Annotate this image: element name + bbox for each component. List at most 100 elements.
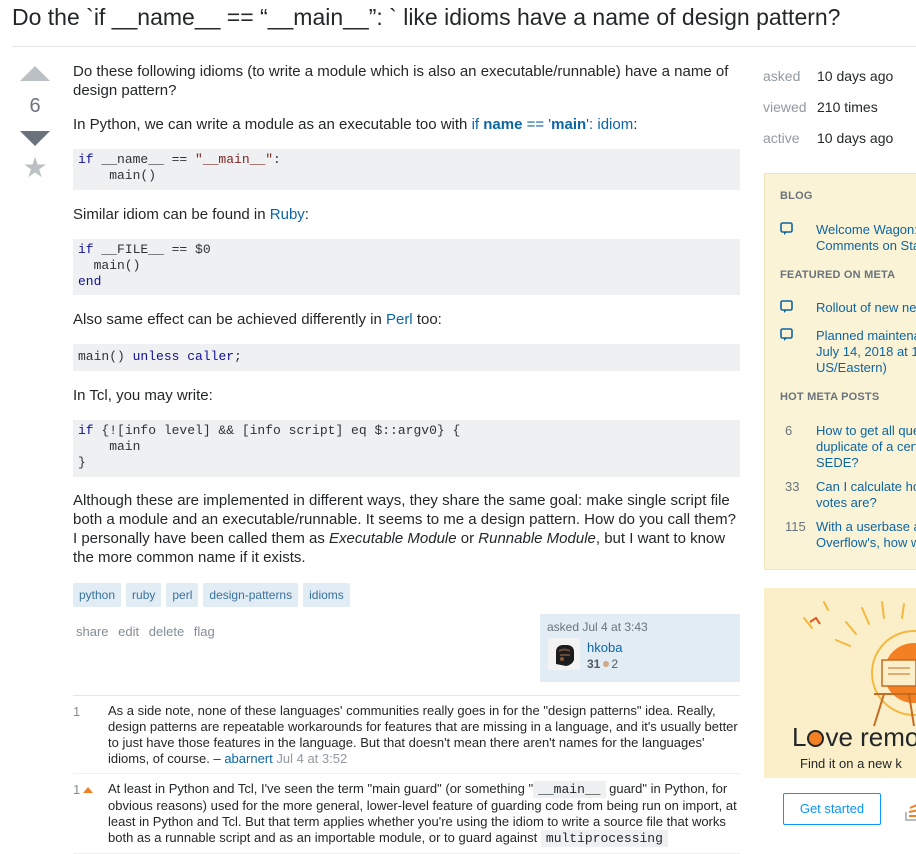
hot-meta-line: Overflow's, how w <box>816 535 916 550</box>
code-keyword: if <box>78 241 94 257</box>
stat-value[interactable]: 10 days ago <box>817 130 893 146</box>
ruby-text: Similar idiom can be found in <box>73 205 270 223</box>
hot-meta-count: 33 <box>785 479 800 494</box>
featured-item-text: Planned maintena July 14, 2018 at 1 US/Eas… <box>816 328 916 376</box>
idiom-link[interactable]: if name == 'main': idiom <box>472 116 634 133</box>
sidebar-ad[interactable]: Lve remo Find it on a new k Get started <box>764 588 916 848</box>
ruby-link[interactable]: Ruby <box>270 206 305 223</box>
code-keyword: end <box>78 274 102 290</box>
ad-headline: Lve remo <box>792 722 916 753</box>
idiom-link-part: if <box>471 116 484 133</box>
closing-emphasis: Runnable Module <box>478 529 596 547</box>
bronze-badge-icon <box>603 661 610 667</box>
stackoverflow-logo-icon <box>905 804 916 821</box>
question-body: Do these following idioms (to write a mo… <box>73 60 740 641</box>
avatar[interactable] <box>548 638 580 670</box>
hot-meta-line: With a userbase a <box>816 519 916 534</box>
share-link[interactable]: share <box>76 624 109 639</box>
hot-meta-text: How to get all que duplicate of a cert SED… <box>816 423 916 471</box>
title-divider <box>12 46 916 47</box>
reputation-score: 31 <box>587 657 601 671</box>
question-stats: asked 10 days ago viewed 210 times active 1… <box>763 60 893 153</box>
comment-date[interactable]: Jul 4 at 3:52 <box>276 751 347 766</box>
code-block-ruby: if __FILE__ == $0 main() end <box>73 238 740 296</box>
blog-heading: BLOG <box>780 190 813 202</box>
closing-paragraph: Although these are implemented in differ… <box>73 491 740 567</box>
vote-count: 6 <box>29 95 41 117</box>
code-text: main() <box>78 349 133 365</box>
blog-item-line: Welcome Wagon: <box>816 222 916 237</box>
comment-upvote-icon[interactable] <box>83 787 94 793</box>
asked-timestamp: asked Jul 4 at 3:43 <box>547 620 648 634</box>
owner-reputation: 31 2 <box>587 657 618 671</box>
comment-code: multiprocessing <box>540 830 668 847</box>
code-text: main() <box>78 257 141 273</box>
code-block-tcl: if {![info level] && [info script] eq $:… <box>73 419 740 477</box>
ad-headline-letter: L <box>792 722 807 752</box>
hot-meta-line: duplicate of a cert <box>816 439 916 454</box>
comment: 1 At least in Python and Tcl, I've seen … <box>73 774 740 854</box>
tag-list: python ruby perl design-patterns idioms <box>73 582 740 607</box>
hot-meta-count: 6 <box>785 423 793 438</box>
code-text: main() <box>78 168 157 184</box>
hot-meta-line: Can I calculate ho <box>816 479 916 494</box>
tag-python[interactable]: python <box>73 582 122 607</box>
comment-user[interactable]: abarnert <box>224 751 272 766</box>
hot-meta-line: SEDE? <box>816 455 859 470</box>
stat-viewed: viewed 210 times <box>763 91 893 122</box>
code-string: "__main__" <box>195 152 274 167</box>
stat-value: 210 times <box>817 98 878 115</box>
python-paragraph: In Python, we can write a module as an e… <box>73 115 740 134</box>
question-title[interactable]: Do the `if __name__ == “__main__”: ` lik… <box>12 2 912 32</box>
downvote-icon[interactable] <box>20 131 50 146</box>
perl-suffix: too: <box>412 311 442 329</box>
comment-list: 1 As a side note, none of these language… <box>73 695 740 854</box>
owner-card: asked Jul 4 at 3:43 hkoba 31 2 <box>540 614 740 682</box>
code-text: main <box>78 439 141 455</box>
hot-meta-heading: HOT META POSTS <box>780 391 880 403</box>
tag-perl[interactable]: perl <box>166 582 199 607</box>
featured-item-text: Rollout of new ne <box>816 300 916 315</box>
owner-name[interactable]: hkoba <box>587 640 622 655</box>
code-text: __FILE__ == $0 <box>93 241 211 257</box>
stat-asked: asked 10 days ago <box>763 60 893 91</box>
comment-body: At least in Python and Tcl, I've seen th… <box>108 774 740 853</box>
comment: 1 As a side note, none of these language… <box>73 696 740 774</box>
ruby-paragraph: Similar idiom can be found in Ruby: <box>73 205 740 224</box>
vote-cell: 6 ★ <box>19 66 51 182</box>
python-text: In Python, we can write a module as an e… <box>73 116 472 133</box>
tag-idioms[interactable]: idioms <box>303 582 350 607</box>
edit-link[interactable]: edit <box>118 624 139 639</box>
blog-item-text: Welcome Wagon: Comments on Sta <box>816 222 916 254</box>
perl-link[interactable]: Perl <box>386 311 413 328</box>
stat-value[interactable]: 10 days ago <box>817 68 893 84</box>
get-started-button[interactable]: Get started <box>783 793 881 825</box>
idiom-link-part: ': idiom <box>586 116 634 133</box>
code-keyword: if <box>78 422 94 438</box>
upvote-icon[interactable] <box>20 66 50 81</box>
comment-text: At least in Python and Tcl, I've seen th… <box>108 781 534 796</box>
idiom-link-main: main <box>551 116 587 133</box>
python-suffix: : <box>633 116 638 133</box>
heart-icon <box>807 730 825 747</box>
stat-active: active 10 days ago <box>763 122 893 153</box>
code-text: __name__ == <box>93 152 196 167</box>
blog-speech-icon <box>780 222 793 235</box>
comment-score: 1 <box>73 704 81 719</box>
stat-label: active <box>763 129 800 146</box>
tag-ruby[interactable]: ruby <box>126 582 162 607</box>
ad-headline-rest: ve remo <box>825 722 916 752</box>
ruby-suffix: : <box>304 205 309 223</box>
comment-score: 1 <box>73 782 103 798</box>
comment-body: As a side note, none of these languages'… <box>108 696 740 773</box>
flag-link[interactable]: flag <box>194 624 215 639</box>
delete-link[interactable]: delete <box>149 624 184 639</box>
favorite-star-icon[interactable]: ★ <box>19 154 51 182</box>
tag-design-patterns[interactable]: design-patterns <box>203 582 299 607</box>
ad-subheadline: Find it on a new k <box>800 756 902 771</box>
comment-code: __main__ <box>533 781 606 798</box>
hot-meta-line: votes are? <box>816 495 877 510</box>
comment-score-value: 1 <box>73 782 81 797</box>
hot-meta-line: How to get all que <box>816 423 916 438</box>
comment-text: As a side note, none of these languages'… <box>108 703 738 766</box>
